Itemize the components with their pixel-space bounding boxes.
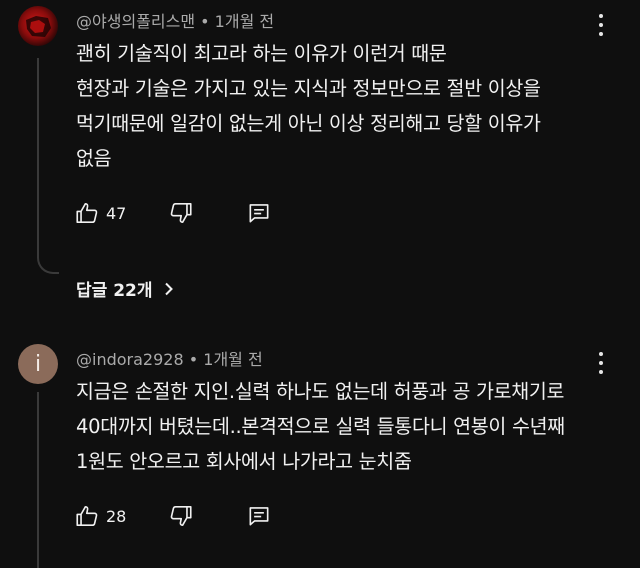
author-name[interactable]: @indora2928	[76, 350, 184, 369]
thumbs-down-icon	[171, 202, 192, 224]
comment-line: 괜히 기술직이 최고라 하는 이유가 이런거 때문	[76, 42, 447, 65]
comment-actions: 47	[74, 199, 272, 227]
meta-separator: •	[188, 350, 199, 369]
thread-line	[37, 58, 39, 252]
comment-line: 1원도 안오르고 회사에서 나가라고 눈치줌	[76, 450, 412, 473]
thumbs-up-icon	[76, 505, 98, 527]
comment-meta: @야생의폴리스맨 • 1개월 전	[76, 8, 274, 32]
avatar-letter: i	[34, 351, 42, 377]
like-button[interactable]: 47	[74, 200, 126, 226]
like-count: 47	[106, 203, 127, 223]
thumbs-down-icon	[171, 505, 192, 527]
kebab-menu-icon	[599, 14, 603, 18]
thread-curve	[37, 250, 59, 274]
avatar-image	[26, 16, 51, 37]
thread-line	[37, 392, 39, 568]
comment-meta: @indora2928 • 1개월 전	[76, 346, 263, 370]
comment-line: 먹기때문에 일감이 없는게 아닌 이상 정리해고 당할 이유가	[76, 112, 541, 135]
meta-separator: •	[200, 12, 210, 31]
dislike-button[interactable]	[168, 200, 194, 226]
view-replies-button[interactable]: 답글 22개	[76, 276, 177, 301]
author-name[interactable]: @야생의폴리스맨	[76, 12, 195, 31]
comment-line: 40대까지 버텼는데..본격적으로 실력 들통다니 연봉이 수년째	[76, 415, 565, 438]
reply-button[interactable]	[246, 503, 272, 529]
kebab-menu-icon	[599, 352, 603, 356]
comment-actions: 28	[74, 502, 272, 530]
more-options-button[interactable]	[593, 352, 609, 374]
comment-line: 없음	[76, 147, 112, 170]
comment-line: 현장과 기술은 가지고 있는 지식과 정보만으로 절반 이상을	[76, 77, 541, 100]
reply-button[interactable]	[246, 200, 272, 226]
comment-line: 지금은 손절한 지인.실력 하나도 없는데 허풍과 공 가로채기로	[76, 380, 565, 403]
comment-time[interactable]: 1개월 전	[203, 350, 262, 369]
thumbs-up-icon	[76, 202, 98, 224]
comment-text: 괜히 기술직이 최고라 하는 이유가 이런거 때문 현장과 기술은 가지고 있는…	[76, 36, 576, 176]
chevron-right-icon	[164, 282, 173, 295]
comment-time[interactable]: 1개월 전	[215, 12, 274, 31]
comment-icon	[249, 204, 269, 223]
like-count: 28	[106, 506, 127, 526]
like-button[interactable]: 28	[74, 503, 126, 529]
avatar[interactable]: i	[18, 344, 58, 384]
avatar[interactable]	[18, 6, 58, 46]
replies-label: 답글 22개	[76, 281, 153, 301]
comment-icon	[249, 507, 269, 526]
dislike-button[interactable]	[168, 503, 194, 529]
more-options-button[interactable]	[593, 14, 609, 36]
comment-text: 지금은 손절한 지인.실력 하나도 없는데 허풍과 공 가로채기로 40대까지 …	[76, 374, 576, 479]
